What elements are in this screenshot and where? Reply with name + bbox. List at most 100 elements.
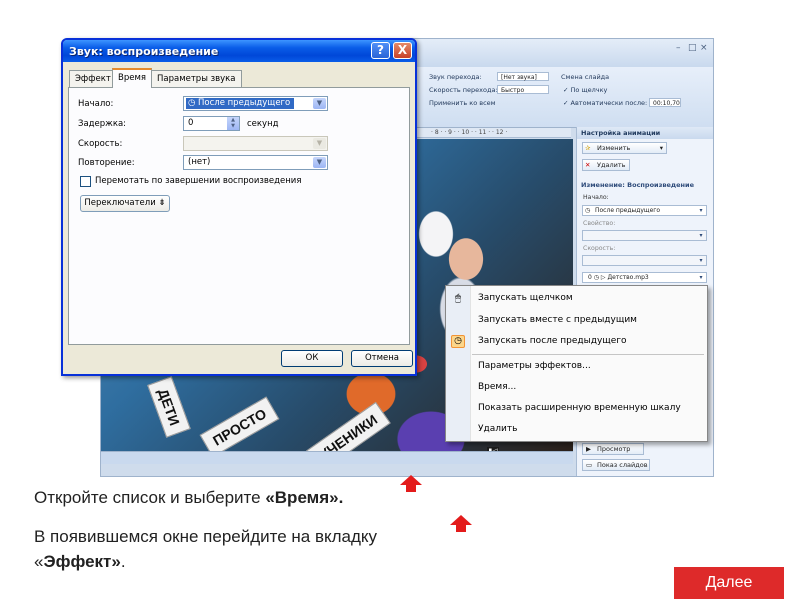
tab-sound-settings[interactable]: Параметры звука: [151, 70, 242, 87]
menu-separator: [472, 354, 704, 355]
speed-select: ▼: [183, 136, 328, 151]
clock-icon: ◷: [593, 274, 599, 281]
auto-after-checkbox[interactable]: ✓ Автоматически после:: [563, 99, 647, 107]
change-button-label: Изменить: [597, 144, 631, 152]
triggers-button[interactable]: Переключатели ⇟: [80, 195, 170, 212]
restore-icon[interactable]: □: [688, 43, 697, 53]
item-name: Детство.mp3: [607, 274, 649, 281]
timing-tab-panel: Начало: ◷ После предыдущего ▼ Задержка: 0…: [68, 87, 410, 345]
instruction-text: .: [120, 552, 126, 571]
menu-item-label: Параметры эффектов...: [478, 361, 591, 371]
delay-spinner[interactable]: 0 ▲ ▼: [183, 116, 240, 131]
next-button[interactable]: Далее: [674, 567, 784, 599]
instruction-line-2: В появившемся окне перейдите на вкладку …: [34, 524, 414, 574]
repeat-label: Повторение:: [78, 158, 135, 168]
menu-item-label: Запускать щелчком: [478, 293, 573, 303]
speed-select: ▾: [582, 255, 707, 266]
clock-icon: ◷: [451, 335, 465, 348]
close-icon[interactable]: ×: [700, 43, 708, 53]
menu-item-timing[interactable]: Время...: [446, 377, 707, 398]
spinner-arrows-icon[interactable]: ▲ ▼: [227, 117, 239, 130]
tab-effect[interactable]: Эффект: [69, 70, 117, 87]
speed-label: Скорость:: [78, 139, 123, 149]
menu-item-start-after-previous[interactable]: ◷ Запускать после предыдущего: [446, 331, 707, 352]
cancel-button[interactable]: Отмена: [351, 350, 413, 367]
menu-item-start-with-previous[interactable]: Запускать вместе с предыдущим: [446, 310, 707, 331]
chevron-down-icon: ▾: [659, 144, 663, 152]
delete-button-label: Удалить: [597, 161, 626, 169]
rewind-label: Перемотать по завершении воспроизведения: [95, 176, 302, 186]
slideshow-button-label: Показ слайдов: [597, 461, 648, 469]
menu-item-start-on-click[interactable]: 🖱 Запускать щелчком: [446, 288, 707, 309]
status-bar: [101, 451, 573, 464]
instruction-emphasis: Эффект»: [43, 552, 121, 571]
clock-icon: ◷: [585, 207, 591, 214]
chevron-down-icon: ▾: [699, 274, 703, 281]
play-icon: ▶: [586, 445, 591, 453]
repeat-select[interactable]: (нет) ▼: [183, 155, 328, 170]
transition-sound-label: Звук перехода:: [429, 73, 482, 81]
speed-label: Скорость:: [583, 245, 616, 252]
chevron-double-down-icon: ⇟: [158, 198, 166, 208]
dialog-titlebar[interactable]: Звук: воспроизведение ? X: [63, 40, 415, 62]
preview-button[interactable]: ▶ Просмотр: [582, 443, 644, 455]
clock-icon: ◷: [188, 98, 196, 108]
menu-item-label: Время...: [478, 382, 517, 392]
chevron-down-icon[interactable]: ▼: [313, 98, 326, 109]
delay-value: 0: [188, 118, 194, 128]
instruction-text: Откройте список и выберите: [34, 488, 266, 507]
star-icon: ✰: [585, 144, 591, 152]
property-select: ▾: [582, 230, 707, 241]
dialog-title: Звук: воспроизведение: [69, 45, 219, 58]
minimize-icon[interactable]: –: [676, 43, 681, 53]
auto-after-label: Автоматически после:: [570, 99, 648, 107]
delay-label: Задержка:: [78, 119, 127, 129]
start-value-text: После предыдущего: [198, 98, 291, 108]
play-icon: ▷: [600, 274, 606, 281]
close-button[interactable]: X: [393, 42, 412, 59]
menu-item-label: Показать расширенную временную шкалу: [478, 403, 681, 413]
start-label: Начало:: [78, 99, 114, 109]
menu-item-label: Запускать после предыдущего: [478, 336, 627, 346]
chevron-down-icon: ▾: [699, 257, 703, 264]
menu-item-show-advanced-timeline[interactable]: Показать расширенную временную шкалу: [446, 398, 707, 419]
slideshow-icon: ▭: [586, 461, 593, 469]
slide-change-label: Смена слайда: [561, 73, 610, 81]
triggers-button-label: Переключатели: [84, 198, 156, 208]
help-icon: ?: [377, 43, 384, 57]
start-select[interactable]: ◷ После предыдущего ▾: [582, 205, 707, 216]
start-select[interactable]: ◷ После предыдущего ▼: [183, 96, 328, 111]
help-button[interactable]: ?: [371, 42, 390, 59]
delay-unit: секунд: [247, 119, 279, 129]
menu-item-delete[interactable]: Удалить: [446, 419, 707, 440]
apply-all-button[interactable]: Применить ко всем: [429, 99, 496, 107]
auto-after-input[interactable]: 00:10,70: [649, 98, 681, 107]
item-index: 0: [588, 274, 592, 281]
delete-button[interactable]: ✕ Удалить: [582, 159, 630, 171]
start-select-value: ◷ После предыдущего: [186, 98, 295, 109]
preview-button-label: Просмотр: [597, 445, 631, 453]
context-menu: 🖱 Запускать щелчком Запускать вместе с п…: [445, 285, 708, 442]
change-button[interactable]: ✰ Изменить ▾: [582, 142, 667, 154]
instruction-line-1: Откройте список и выберите «Время».: [34, 488, 343, 508]
instruction-emphasis: «Время».: [265, 488, 344, 507]
rewind-checkbox[interactable]: [80, 176, 91, 187]
on-click-checkbox[interactable]: ✓ По щелчку: [563, 86, 607, 94]
delete-icon: ✕: [585, 161, 591, 169]
transition-speed-label: Скорость перехода:: [429, 86, 498, 94]
transition-sound-select[interactable]: [Нет звука]: [497, 72, 549, 81]
animation-list-item[interactable]: 0 ◷ ▷ Детство.mp3 ▾: [582, 272, 707, 283]
repeat-value: (нет): [188, 157, 211, 167]
tab-timing[interactable]: Время: [112, 68, 152, 88]
ok-button[interactable]: ОК: [281, 350, 343, 367]
menu-item-effect-options[interactable]: Параметры эффектов...: [446, 356, 707, 377]
slideshow-button[interactable]: ▭ Показ слайдов: [582, 459, 650, 471]
sound-playback-dialog: Звук: воспроизведение ? X Эффект Время П…: [61, 38, 417, 376]
menu-item-label: Запускать вместе с предыдущим: [478, 315, 637, 325]
chevron-down-icon: ▼: [313, 138, 326, 149]
chevron-down-icon[interactable]: ▼: [313, 157, 326, 168]
chevron-down-icon: ▾: [699, 207, 703, 214]
change-heading: Изменение: Воспроизведение: [581, 181, 695, 189]
transition-speed-select[interactable]: Быстро: [497, 85, 549, 94]
chevron-down-icon: ▾: [699, 232, 703, 239]
